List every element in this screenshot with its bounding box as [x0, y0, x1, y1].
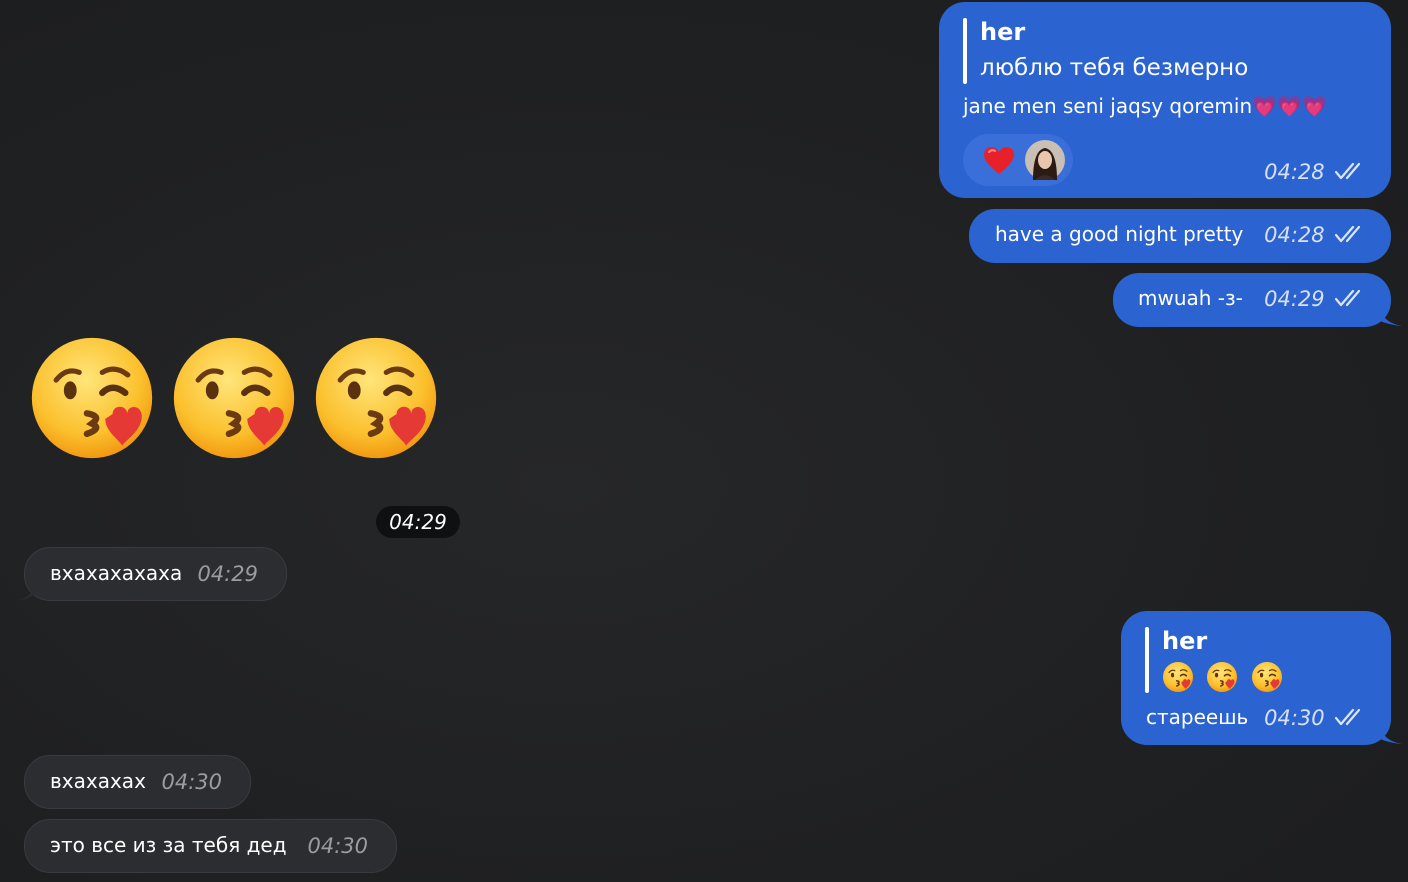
message-meta: 04:30: [1264, 706, 1365, 730]
message-meta: 04:28: [1264, 160, 1365, 184]
avatar: [1025, 140, 1065, 180]
bubble-tail: [1380, 727, 1402, 744]
double-check-icon: [1335, 162, 1361, 180]
outgoing-message[interactable]: have a good night pretty 04:28: [969, 209, 1391, 263]
incoming-message[interactable]: вхахахах 04:30: [24, 755, 251, 809]
message-time: 04:30: [161, 770, 222, 794]
reply-quote-bar: [963, 18, 967, 84]
message-text: mwuah -з-: [1138, 286, 1243, 310]
message-text: это все из за тебя дед: [50, 833, 287, 857]
message-meta: 04:29: [1264, 287, 1365, 311]
message-text: jane men seni jaqsy qoremin💗💗💗: [963, 94, 1327, 118]
kissing-face-icon: [1162, 661, 1194, 693]
reply-quote-author: her: [1162, 627, 1208, 655]
message-time: 04:29: [376, 506, 460, 538]
double-check-icon: [1335, 225, 1361, 243]
message-time: 04:29: [197, 562, 258, 586]
kissing-face-icon: [1206, 661, 1239, 693]
reaction-chip[interactable]: [963, 134, 1073, 186]
bubble-tail: [1380, 309, 1402, 326]
double-check-icon: [1335, 289, 1361, 307]
message-time: 04:29: [1264, 287, 1325, 311]
bubble-tail: [14, 584, 36, 601]
message-time: 04:30: [1264, 706, 1325, 730]
double-check-icon: [1335, 708, 1361, 726]
heart-icon: [984, 147, 1014, 174]
reply-quote-author: her: [980, 18, 1026, 46]
kissing-face-icon: [312, 334, 440, 462]
message-meta: 04:28: [1264, 223, 1365, 247]
message-time: 04:28: [1264, 223, 1325, 247]
reply-quote[interactable]: her: [1162, 627, 1289, 693]
kissing-face-icon: [170, 334, 298, 462]
message-time: 04:28: [1264, 160, 1325, 184]
chat-area: her люблю тебя безмерно jane men seni ja…: [0, 0, 1408, 882]
message-text: вхахахахаха: [50, 561, 183, 585]
incoming-message[interactable]: вхахахахаха 04:29: [24, 547, 287, 601]
message-text: have a good night pretty: [995, 222, 1244, 246]
outgoing-message[interactable]: mwuah -з- 04:29: [1113, 273, 1391, 327]
kissing-face-icon: [28, 334, 156, 462]
kissing-face-icon: [1250, 661, 1283, 693]
reply-quote-bar: [1145, 627, 1149, 693]
reply-quote[interactable]: her люблю тебя безмерно: [980, 18, 1248, 82]
message-time: 04:30: [307, 834, 368, 858]
incoming-message[interactable]: это все из за тебя дед 04:30: [24, 819, 397, 873]
outgoing-message[interactable]: her стареешь 04:30: [1121, 611, 1391, 745]
message-text: вхахахах: [50, 769, 146, 793]
message-text: стареешь: [1146, 705, 1249, 729]
outgoing-message[interactable]: her люблю тебя безмерно jane men seni ja…: [939, 2, 1391, 198]
reply-quote-text: люблю тебя безмерно: [980, 55, 1249, 81]
